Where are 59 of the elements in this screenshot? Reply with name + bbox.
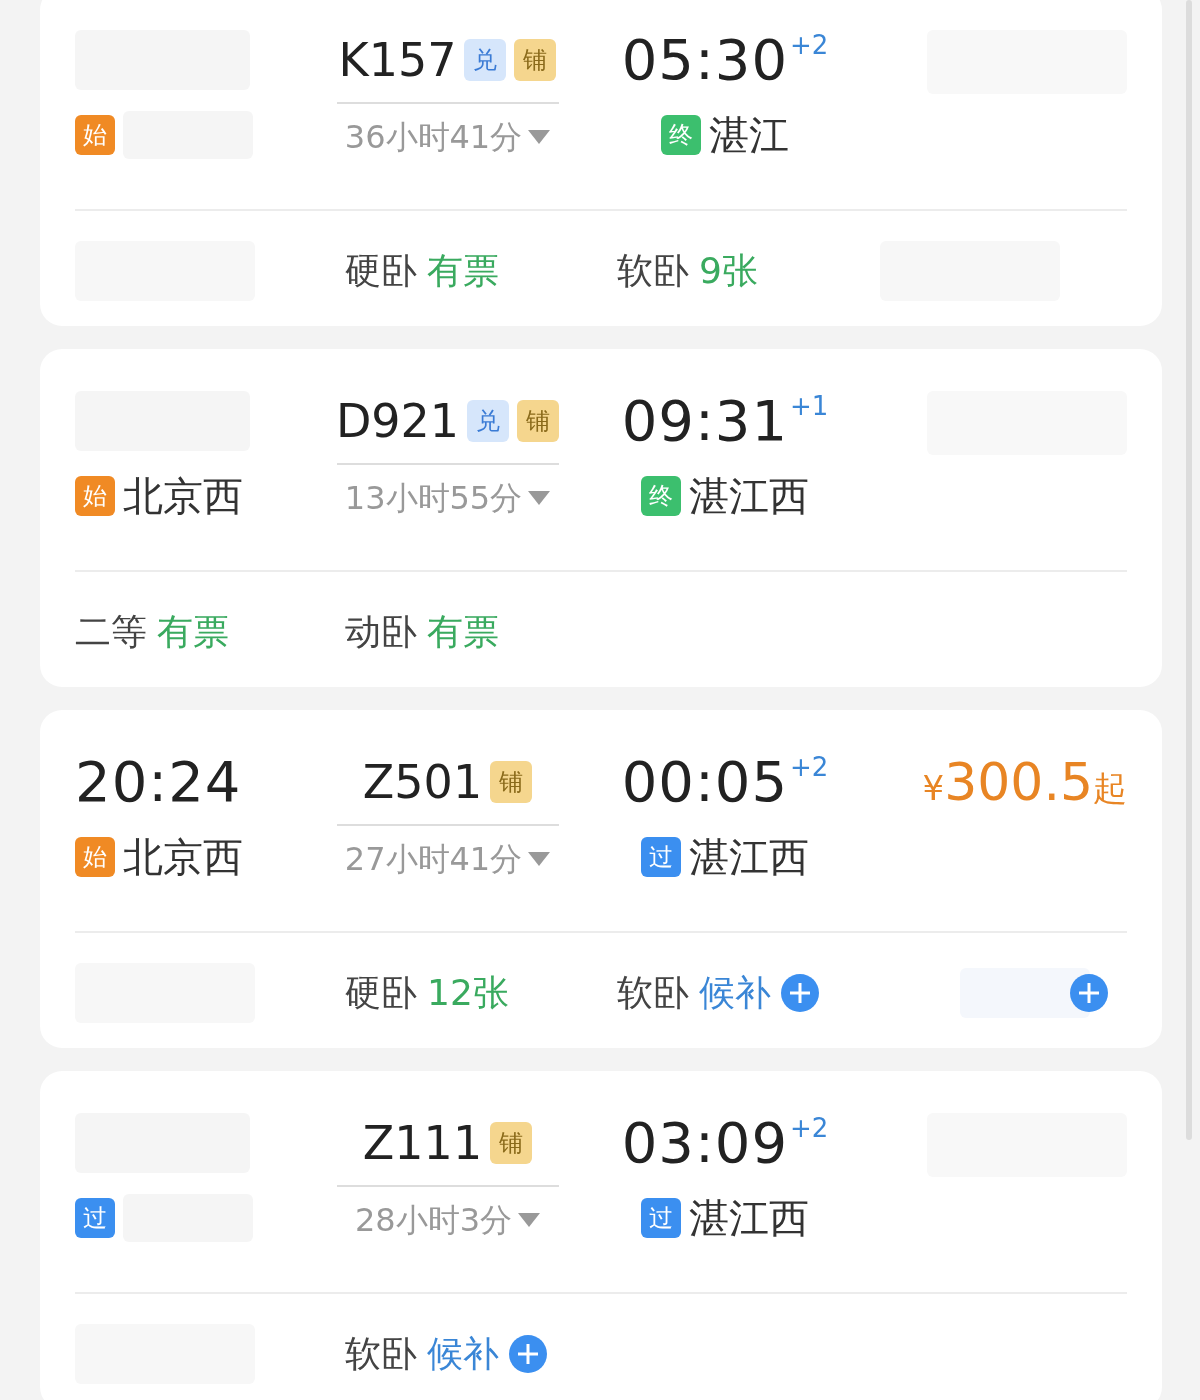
station-tag: 过	[641, 837, 681, 877]
departure-station: 北京西	[123, 833, 243, 882]
station-tag: 终	[661, 115, 701, 155]
station-tag: 始	[75, 115, 115, 155]
seat-status: 有票	[427, 609, 499, 654]
seat-class: 动卧	[345, 609, 417, 654]
add-icon[interactable]	[509, 1335, 547, 1373]
station-tag: 过	[75, 1198, 115, 1238]
duration-text: 13小时55分	[344, 478, 523, 519]
day-offset: +2	[790, 752, 829, 782]
arrival-time: 09:31	[621, 391, 789, 451]
seat-class: 软卧	[617, 970, 689, 1015]
seat-class: 软卧	[617, 248, 689, 293]
seat-status: 有票	[427, 248, 499, 293]
arrival-time: 03:09	[621, 1113, 789, 1173]
ticket-badge: 兑	[467, 400, 510, 442]
price-text: ¥300.5起	[922, 752, 1127, 814]
ticket-badge: 铺	[514, 39, 557, 81]
seat-class: 硬卧	[345, 970, 417, 1015]
arrival-station: 湛江西	[689, 472, 809, 521]
train-number[interactable]: Z501	[362, 752, 483, 812]
ticket-badge: 铺	[517, 400, 560, 442]
arrival-station: 湛江	[709, 111, 789, 160]
seat-class: 二等	[75, 609, 147, 654]
station-tag: 始	[75, 837, 115, 877]
departure-time: 20:24	[75, 752, 243, 812]
train-number[interactable]: Z111	[362, 1113, 483, 1173]
day-offset: +2	[790, 1113, 829, 1143]
seat-status[interactable]: 候补	[699, 968, 771, 1018]
day-offset: +1	[790, 391, 829, 421]
seat-status: 12张	[427, 970, 509, 1015]
arrival-time: 00:05	[621, 752, 789, 812]
arrival-station: 湛江西	[689, 1194, 809, 1243]
duration-text: 28小时3分	[354, 1200, 513, 1241]
dropdown-icon[interactable]	[518, 1213, 541, 1227]
dropdown-icon[interactable]	[528, 130, 551, 144]
station-tag: 始	[75, 476, 115, 516]
seat-status: 有票	[157, 609, 229, 654]
day-offset: +2	[790, 30, 829, 60]
departure-station: 北京西	[123, 472, 243, 521]
station-tag: 终	[641, 476, 681, 516]
dropdown-icon[interactable]	[528, 491, 551, 505]
train-number[interactable]: D921	[335, 391, 460, 451]
train-number[interactable]: K157	[338, 30, 457, 90]
ticket-badge: 兑	[464, 39, 507, 81]
seat-class: 软卧	[345, 1331, 417, 1376]
seat-class: 硬卧	[345, 248, 417, 293]
add-icon[interactable]	[1070, 974, 1108, 1012]
add-icon[interactable]	[781, 974, 819, 1012]
duration-text: 27小时41分	[344, 839, 523, 880]
duration-text: 36小时41分	[344, 117, 523, 158]
seat-status[interactable]: 候补	[427, 1329, 499, 1379]
station-tag: 过	[641, 1198, 681, 1238]
dropdown-icon[interactable]	[528, 852, 551, 866]
arrival-station: 湛江西	[689, 833, 809, 882]
arrival-time: 05:30	[621, 30, 789, 90]
ticket-badge: 铺	[490, 1122, 533, 1164]
ticket-badge: 铺	[490, 761, 533, 803]
seat-status: 9张	[699, 248, 758, 293]
